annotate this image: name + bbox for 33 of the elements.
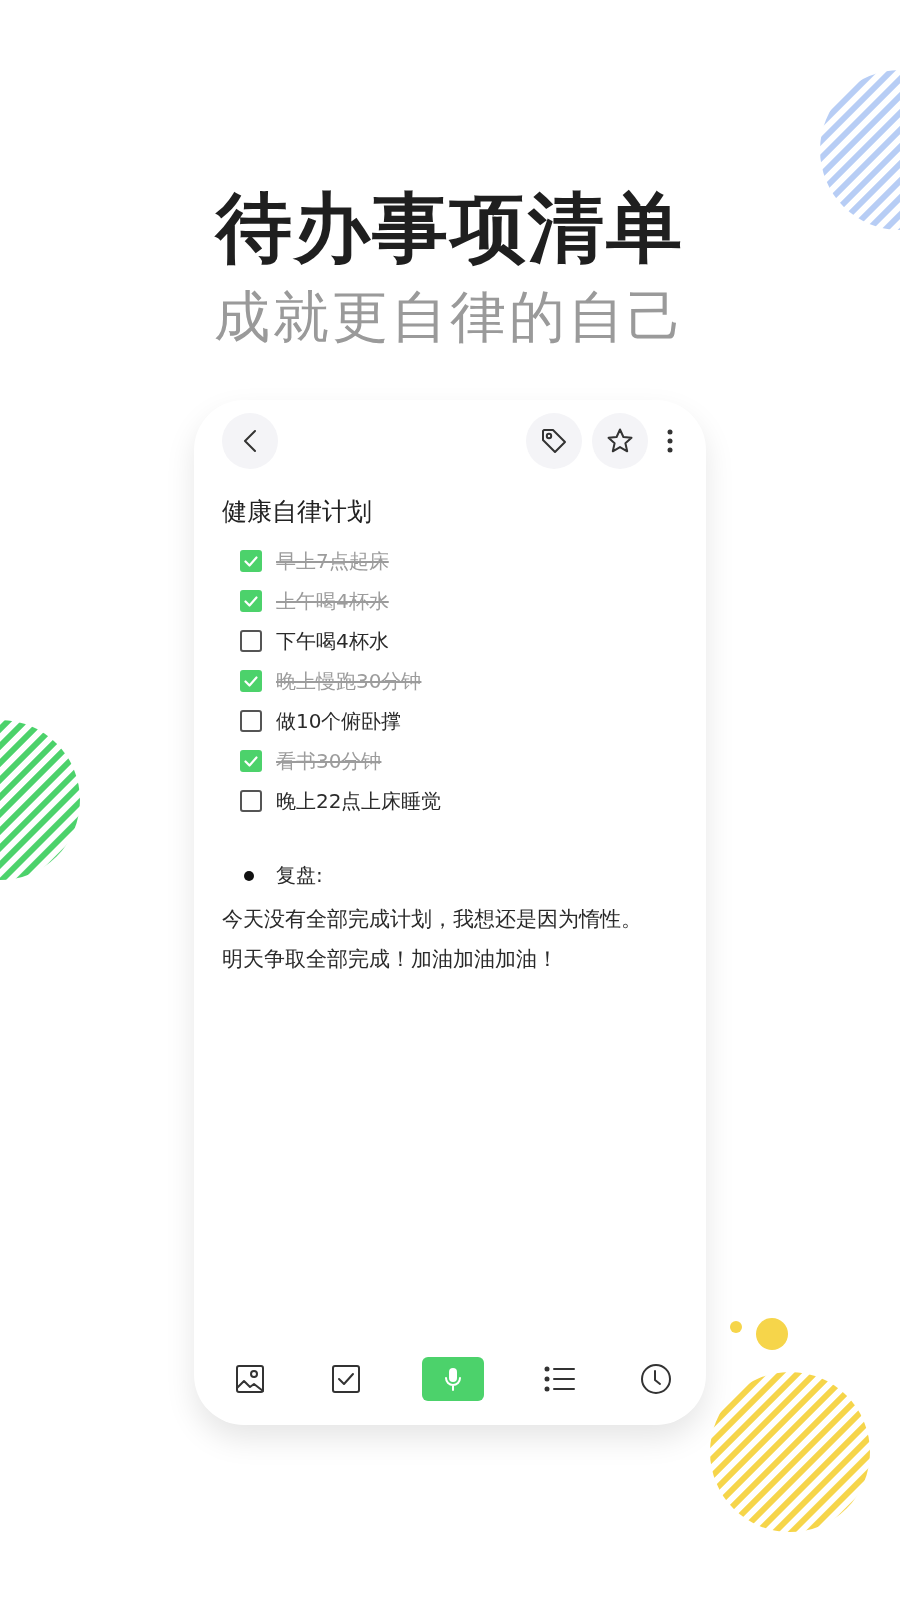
checkbox-icon bbox=[331, 1364, 361, 1395]
clock-icon bbox=[640, 1363, 672, 1396]
dots-drawing bbox=[728, 1316, 790, 1352]
task-text: 上午喝4杯水 bbox=[276, 587, 389, 615]
checkbox[interactable] bbox=[240, 710, 262, 733]
chevron-left-icon bbox=[243, 429, 257, 454]
task-text: 晚上慢跑30分钟 bbox=[276, 667, 422, 695]
task-text: 早上7点起床 bbox=[276, 547, 389, 575]
checkbox[interactable] bbox=[240, 750, 262, 773]
note-title: 健康自律计划 bbox=[222, 496, 373, 529]
checkbox[interactable] bbox=[240, 590, 262, 613]
task-text: 晚上22点上床睡觉 bbox=[276, 787, 442, 815]
bullet-list-icon bbox=[544, 1365, 576, 1394]
task-text: 看书30分钟 bbox=[276, 747, 382, 775]
task-text: 下午喝4杯水 bbox=[276, 627, 389, 655]
checkbox[interactable] bbox=[240, 550, 262, 573]
task-text: 做10个俯卧撑 bbox=[276, 707, 402, 735]
subtitle: 成就更自律的自己 bbox=[214, 283, 686, 351]
check-icon bbox=[244, 675, 258, 687]
note-paragraph: 今天没有全部完成计划，我想还是因为惰性。明天争取全部完成！加油加油加油！ bbox=[222, 906, 643, 974]
check-icon bbox=[244, 555, 258, 567]
headline: 待办事项清单 bbox=[216, 182, 684, 274]
bullet-text: 复盘: bbox=[276, 862, 323, 890]
tag-icon bbox=[540, 427, 568, 456]
checkbox[interactable] bbox=[240, 630, 262, 653]
microphone-icon bbox=[444, 1367, 462, 1392]
check-icon bbox=[244, 755, 258, 767]
checkbox[interactable] bbox=[240, 670, 262, 693]
checkbox[interactable] bbox=[240, 790, 262, 813]
check-icon bbox=[244, 595, 258, 607]
image-icon bbox=[235, 1364, 265, 1395]
more-icon bbox=[667, 429, 673, 454]
bullet-icon bbox=[244, 870, 254, 881]
